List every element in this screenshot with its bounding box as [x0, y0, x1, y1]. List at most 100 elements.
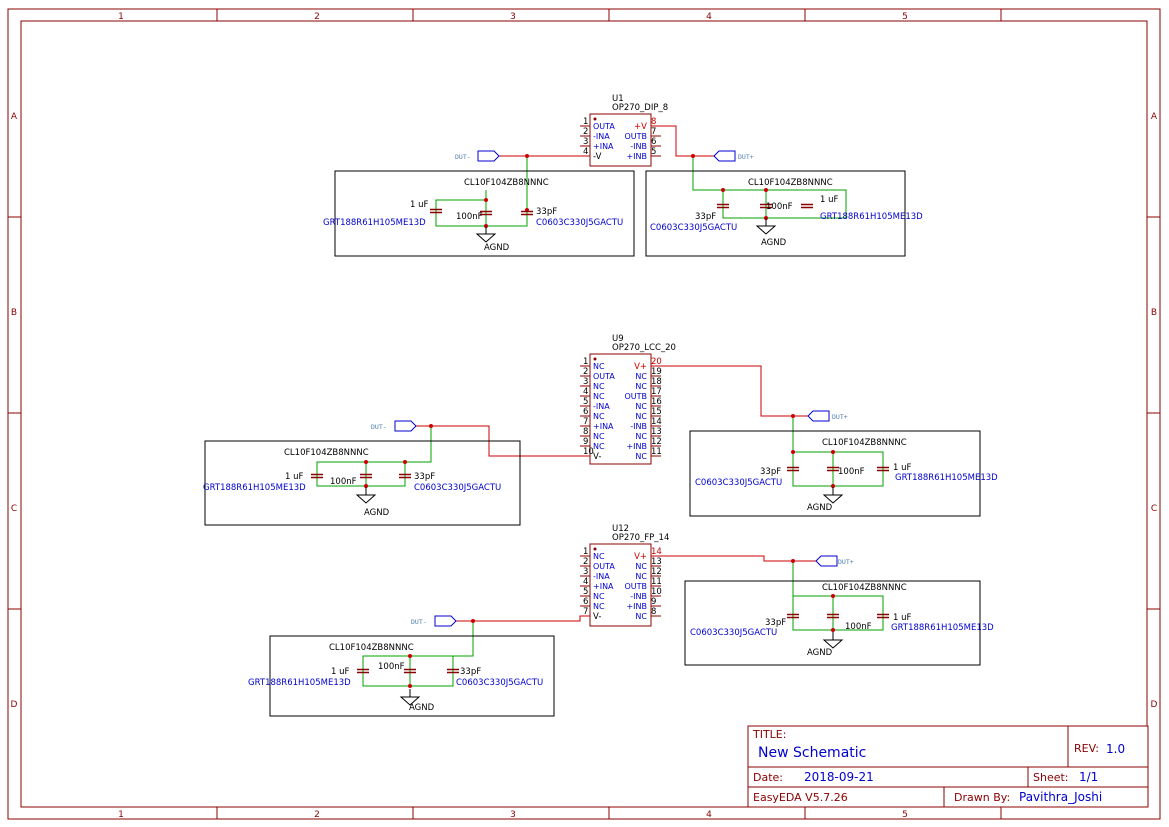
cap-part-33pf: C0603C330J5GACTU — [690, 628, 777, 638]
sheet-label: Sheet: — [1033, 771, 1069, 784]
cap-part-header: CL10F104ZB8NNNC — [822, 438, 907, 448]
pin-number: 14 — [651, 417, 662, 427]
pin-number: 6 — [583, 407, 588, 417]
u1-opamp[interactable]: U1 OP270_DIP_8 1 2 3 4 OUTA -INA +INA -V… — [580, 94, 668, 167]
agnd-label: AGND — [409, 703, 435, 713]
pin-name: -INB — [630, 592, 647, 601]
cap-value-100nf: 100nF — [456, 212, 483, 222]
pin-name: NC — [593, 592, 605, 601]
column-label-bottom: 1 — [118, 810, 124, 820]
pin-number: 4 — [583, 577, 588, 587]
rev-label: REV: — [1074, 742, 1099, 755]
decoupling-group-u1-neg[interactable]: CL10F104ZB8NNNC AGND 1 uF 100nF 33pF GRT… — [323, 170, 635, 257]
pin-number: 12 — [651, 567, 662, 577]
decoupling-group-u12-pos[interactable]: CL10F104ZB8NNNC AGND 33pF 100nF 1 uF C06… — [684, 580, 994, 666]
cap-value-1uf: 1 uF — [820, 195, 838, 205]
pin-number: 14 — [651, 547, 662, 557]
row-label-right: D — [1151, 700, 1158, 710]
drawn-by-value: Pavithra_Joshi — [1019, 790, 1102, 804]
pin-name: NC — [635, 612, 647, 621]
decoupling-group-u12-neg[interactable]: CL10F104ZB8NNNC AGND 1 uF 100nF 33pF GRT… — [248, 635, 555, 717]
pin-name: +INA — [593, 582, 614, 591]
svg-text:-INB: -INB — [630, 142, 647, 151]
pin-name: NC — [635, 402, 647, 411]
pin-number: 2 — [583, 557, 588, 567]
net-label-dut-plus: DUT+ — [738, 153, 754, 161]
pin-name: NC — [635, 562, 647, 571]
net-label-dut-minus: DUT- — [411, 618, 427, 626]
software-version: EasyEDA V5.7.26 — [753, 791, 848, 804]
cap-value-33pf: 33pF — [460, 667, 481, 677]
column-label-bottom: 2 — [314, 810, 320, 820]
pin-number: 12 — [651, 437, 662, 447]
cap-part-header: CL10F104ZB8NNNC — [284, 448, 369, 458]
cap-part-header: CL10F104ZB8NNNC — [464, 178, 549, 188]
svg-text:+INB: +INB — [626, 152, 647, 161]
pin-name: -INB — [630, 422, 647, 431]
title-block: TITLE: New Schematic REV: 1.0 Date: 2018… — [747, 725, 1149, 808]
pin-name: OUTA — [593, 372, 615, 381]
pin-number: 5 — [583, 397, 588, 407]
cap-part-header: CL10F104ZB8NNNC — [748, 178, 833, 188]
agnd-label: AGND — [761, 238, 787, 248]
cap-part-33pf: C0603C330J5GACTU — [456, 678, 543, 688]
schematic-sheet: 1 2 3 4 5 1 2 3 4 5 A B C D A B C D U1 O… — [7, 8, 1161, 820]
column-label-top: 3 — [510, 12, 516, 22]
decoupling-group-u9-pos[interactable]: CL10F104ZB8NNNC AGND 33pF 100nF 1 uF C06… — [689, 430, 998, 517]
decoupling-group-u9-neg[interactable]: CL10F104ZB8NNNC AGND 1 uF 100nF 33pF GRT… — [203, 440, 521, 526]
title-label: TITLE: — [752, 728, 786, 741]
pin-name: OUTB — [624, 582, 647, 591]
pin-name: -INA — [593, 402, 610, 411]
pin-number: 13 — [651, 427, 662, 437]
column-label-bottom: 4 — [706, 810, 712, 820]
pin-number: 9 — [583, 437, 588, 447]
column-label-top: 4 — [706, 12, 712, 22]
pin-name: +INA — [593, 422, 614, 431]
rev-value: 1.0 — [1106, 742, 1125, 756]
pin-number: 3 — [583, 377, 588, 387]
pin-name: NC — [593, 382, 605, 391]
svg-text:7: 7 — [651, 127, 656, 137]
pin-number: 16 — [651, 397, 662, 407]
decoupling-group-u1-pos[interactable]: CL10F104ZB8NNNC AGND 33pF 100nF 1 uF C06… — [645, 170, 923, 257]
svg-text:5: 5 — [651, 147, 656, 157]
pin-number: 8 — [651, 607, 656, 617]
pin-name: -INA — [593, 572, 610, 581]
pin-number: 18 — [651, 377, 662, 387]
svg-text:OUTB: OUTB — [624, 132, 647, 141]
cap-value-100nf: 100nF — [766, 202, 793, 212]
pin-name: NC — [635, 382, 647, 391]
pin-number: 1 — [583, 357, 588, 367]
pin-number: 19 — [651, 367, 662, 377]
cap-value-100nf: 100nF — [838, 467, 865, 477]
svg-text:2: 2 — [583, 127, 588, 137]
pin-number: 3 — [583, 567, 588, 577]
pin-number: 11 — [651, 447, 662, 457]
pin-number: 13 — [651, 557, 662, 567]
column-label-bottom: 5 — [902, 810, 908, 820]
cap-part-1uf: GRT188R61H105ME13D — [248, 678, 351, 688]
pin-number: 15 — [651, 407, 662, 417]
svg-text:+INA: +INA — [593, 142, 614, 151]
pin-name: NC — [635, 412, 647, 421]
cap-value-33pf: 33pF — [536, 207, 557, 217]
net-label-dut-plus: DUT+ — [838, 558, 854, 566]
pin-number: 8 — [583, 427, 588, 437]
pin-number: 2 — [583, 367, 588, 377]
cap-value-1uf: 1 uF — [893, 613, 911, 623]
date-label: Date: — [753, 771, 783, 784]
column-label-top: 5 — [902, 12, 908, 22]
u12-opamp[interactable]: U12 OP270_FP_14 1 NC2 OUTA3 -INA4 +INA5 NC6 NC… — [580, 524, 669, 627]
pin-name: +INB — [626, 602, 647, 611]
cap-value-1uf: 1 uF — [285, 472, 303, 482]
cap-value-100nf: 100nF — [330, 477, 357, 487]
u9-opamp[interactable]: U9 OP270_LCC_20 1 NC2 OUTA3 NC4 NC5 -INA6 NC7 +… — [580, 334, 676, 465]
cap-value-33pf: 33pF — [414, 472, 435, 482]
cap-value-1uf: 1 uF — [410, 200, 428, 210]
pin-name: NC — [593, 412, 605, 421]
drawn-by-label: Drawn By: — [954, 791, 1010, 804]
cap-value-33pf: 33pF — [765, 618, 786, 628]
row-label-right: B — [1151, 308, 1157, 318]
cap-value-100nf: 100nF — [845, 622, 872, 632]
svg-text:6: 6 — [651, 137, 656, 147]
